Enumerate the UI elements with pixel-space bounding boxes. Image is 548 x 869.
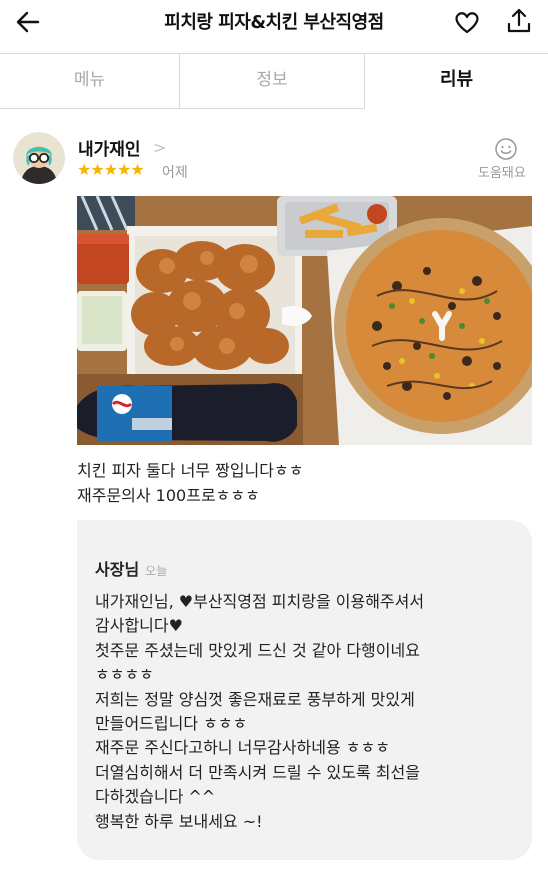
avatar[interactable] bbox=[13, 132, 65, 184]
chevron-right-icon[interactable]: > bbox=[153, 138, 166, 157]
heart-outline-icon[interactable] bbox=[452, 7, 482, 37]
reply-header: 사장님 오늘 bbox=[95, 556, 167, 580]
review-photo[interactable] bbox=[77, 196, 532, 445]
star-rating: ★★★★★ bbox=[77, 160, 145, 179]
store-tabs: 메뉴 정보 리뷰 bbox=[0, 53, 548, 109]
reviewer-name[interactable]: 내가재인 bbox=[78, 135, 141, 160]
review-text-line: 치킨 피자 둘다 너무 짱입니다ㅎㅎ bbox=[77, 461, 304, 480]
reply-date: 오늘 bbox=[145, 564, 168, 578]
arrow-left-icon[interactable] bbox=[12, 6, 44, 38]
helpful-button-label[interactable]: 도움돼요 bbox=[478, 162, 526, 181]
owner-reply: 사장님 오늘 내가재인님, ♥부산직영점 피치랑을 이용해주셔서 감사합니다♥ 첫… bbox=[77, 520, 532, 860]
review-text-line: 재주문의사 100프로ㅎㅎㅎ bbox=[77, 486, 260, 505]
review-body: 치킨 피자 둘다 너무 짱입니다ㅎㅎ 재주문의사 100프로ㅎㅎㅎ bbox=[77, 458, 527, 508]
tab-info[interactable]: 정보 bbox=[180, 54, 365, 109]
store-title: 피치랑 피자&치킨 부산직영점 bbox=[164, 12, 384, 33]
tab-menu[interactable]: 메뉴 bbox=[0, 54, 180, 109]
app-header: 피치랑 피자&치킨 부산직영점 bbox=[0, 0, 548, 44]
reply-owner: 사장님 bbox=[95, 560, 140, 579]
review-date: 어제 bbox=[162, 165, 188, 181]
smile-icon[interactable] bbox=[494, 137, 518, 161]
share-icon[interactable] bbox=[504, 6, 534, 36]
reply-body: 내가재인님, ♥부산직영점 피치랑을 이용해주셔서 감사합니다♥ 첫주문 주셨는… bbox=[95, 592, 425, 831]
tab-reviews[interactable]: 리뷰 bbox=[365, 54, 548, 109]
